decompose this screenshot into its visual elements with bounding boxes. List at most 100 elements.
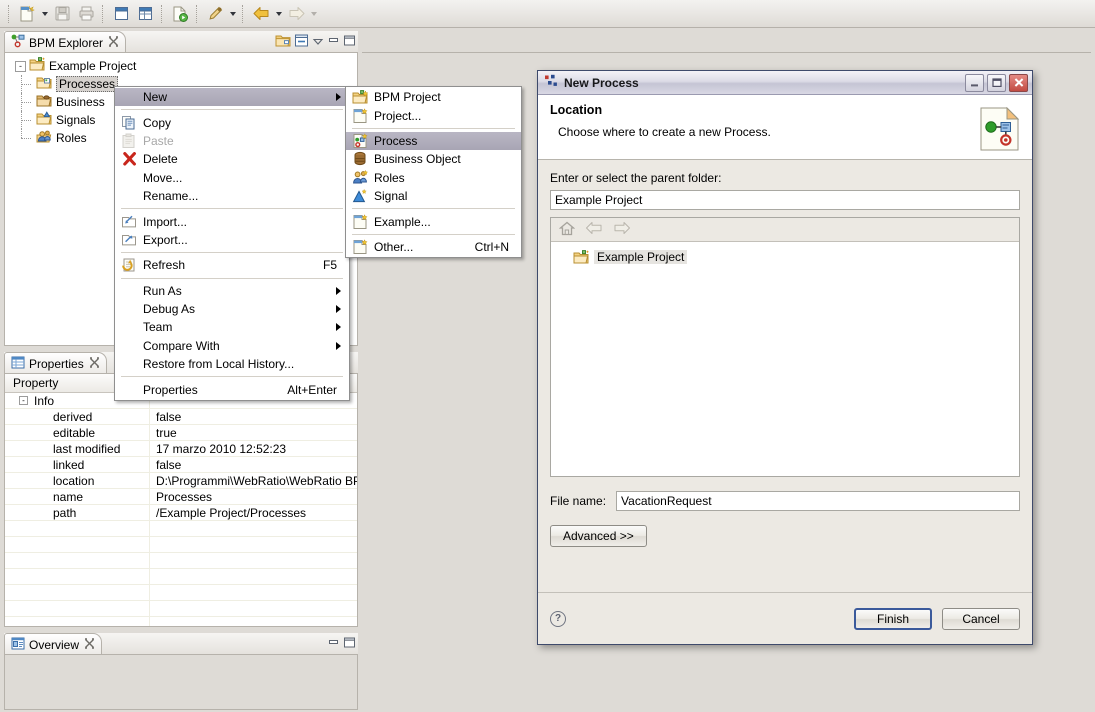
maximize-view-button[interactable]: [109, 2, 133, 26]
maximize-button[interactable]: [987, 73, 1006, 92]
group-expander-icon[interactable]: -: [19, 396, 28, 405]
property-name: editable: [53, 425, 96, 440]
bpm-explorer-tabbar: BPM Explorer: [4, 31, 358, 53]
menu-item-label: Compare With: [143, 338, 220, 353]
submenu-arrow-icon: [336, 286, 341, 295]
menu-item-roles[interactable]: Roles: [346, 169, 521, 187]
property-value: D:\Programmi\WebRatio\WebRatio BP...: [156, 473, 357, 488]
back-button[interactable]: [249, 2, 273, 26]
minimize-icon[interactable]: [327, 34, 340, 50]
table-row[interactable]: last modified 17 marzo 2010 12:52:23: [5, 441, 357, 457]
advanced-button[interactable]: Advanced >>: [550, 525, 647, 547]
menu-item-label: Delete: [143, 152, 178, 167]
back-dropdown-arrow[interactable]: [273, 3, 284, 25]
properties-rows: derived false editable true last modified 17 …: [5, 409, 357, 626]
property-name: last modified: [53, 441, 121, 456]
menu-item-accelerator: Ctrl+N: [474, 239, 509, 254]
menu-item-restore-from-local-history[interactable]: Restore from Local History...: [115, 355, 349, 373]
menu-item-copy[interactable]: Copy: [115, 113, 349, 131]
table-row[interactable]: editable true: [5, 425, 357, 441]
submenu-arrow-icon: [336, 93, 341, 102]
export-icon: [115, 232, 143, 247]
property-value: 17 marzo 2010 12:52:23: [156, 441, 287, 456]
table-row[interactable]: linked false: [5, 457, 357, 473]
minimize-button[interactable]: [965, 73, 984, 92]
close-icon[interactable]: [89, 356, 100, 371]
close-icon[interactable]: [108, 35, 119, 50]
menu-item-new[interactable]: New: [115, 88, 349, 107]
help-question-icon[interactable]: ?: [550, 610, 566, 627]
menu-item-refresh[interactable]: Refresh F5: [115, 256, 349, 274]
menu-item-move[interactable]: Move...: [115, 169, 349, 187]
folder-tree-toolbar: [551, 218, 1019, 242]
chevron-down-icon[interactable]: [312, 35, 324, 50]
annotate-dropdown-arrow[interactable]: [227, 3, 238, 25]
table-row-empty: [5, 553, 357, 569]
folder-tree-item-example-project[interactable]: Example Project: [573, 248, 1019, 266]
folder-tree[interactable]: Example Project: [550, 217, 1020, 477]
business-object-folder-icon: [36, 93, 53, 111]
menu-item-rename[interactable]: Rename...: [115, 187, 349, 205]
menu-item-properties[interactable]: Properties Alt+Enter: [115, 380, 349, 398]
finish-button[interactable]: Finish: [854, 607, 932, 630]
table-row[interactable]: location D:\Programmi\WebRatio\WebRatio B…: [5, 473, 357, 489]
tree-node-label: Business: [56, 95, 105, 109]
forward-arrow-icon[interactable]: [613, 221, 631, 238]
new-wizard-button[interactable]: [15, 2, 39, 26]
menu-separator: [121, 109, 343, 111]
property-name: linked: [53, 457, 85, 472]
restore-view-button[interactable]: [133, 2, 157, 26]
menu-item-debug-as[interactable]: Debug As: [115, 300, 349, 318]
annotate-button[interactable]: [203, 2, 227, 26]
folder-link-icon[interactable]: [275, 33, 291, 51]
menu-item-process[interactable]: Process: [346, 131, 521, 151]
maximize-icon[interactable]: [343, 636, 356, 652]
maximize-icon[interactable]: [343, 34, 356, 50]
table-row[interactable]: name Processes: [5, 489, 357, 505]
menu-item-example[interactable]: Example...: [346, 212, 521, 230]
dialog-titlebar[interactable]: New Process: [538, 71, 1032, 95]
home-icon[interactable]: [558, 221, 576, 239]
table-row-empty: [5, 521, 357, 537]
tab-overview[interactable]: Overview: [4, 633, 103, 655]
table-row-empty: [5, 617, 357, 626]
cancel-button[interactable]: Cancel: [942, 607, 1020, 630]
table-row[interactable]: derived false: [5, 409, 357, 425]
signal-icon: [346, 188, 374, 204]
menu-item-run-as[interactable]: Run As: [115, 282, 349, 300]
close-button[interactable]: [1009, 73, 1028, 92]
new-process-wizard-icon: [980, 106, 1020, 154]
context-menu: New Copy Paste Delete Move... Rename... Import…: [114, 86, 350, 401]
parent-folder-input[interactable]: Example Project: [550, 190, 1020, 210]
table-row[interactable]: path/Example Project/Processes: [5, 505, 357, 521]
property-name: path: [53, 505, 77, 520]
new-dropdown-arrow[interactable]: [39, 3, 50, 25]
menu-item-project[interactable]: Project...: [346, 106, 521, 124]
menu-item-label: Copy: [143, 115, 172, 130]
tab-properties[interactable]: Properties: [4, 352, 107, 374]
back-arrow-icon[interactable]: [585, 221, 603, 238]
collapse-all-icon[interactable]: [294, 33, 309, 51]
run-button[interactable]: [168, 2, 192, 26]
menu-item-bpm-project[interactable]: BPM Project: [346, 88, 521, 106]
minimize-icon[interactable]: [327, 636, 340, 652]
property-value: false: [156, 409, 182, 424]
tree-node-example-project[interactable]: - Example Project: [5, 57, 357, 75]
menu-item-other[interactable]: Other... Ctrl+N: [346, 238, 521, 256]
roles-folder-icon: [36, 129, 53, 147]
menu-item-delete[interactable]: Delete: [115, 150, 349, 168]
close-icon[interactable]: [84, 637, 95, 652]
menu-item-label: Debug As: [143, 302, 196, 317]
project-folder-icon: [573, 249, 590, 265]
menu-item-import[interactable]: Import...: [115, 212, 349, 230]
menu-item-team[interactable]: Team: [115, 318, 349, 336]
menu-item-signal[interactable]: Signal: [346, 187, 521, 205]
other-icon: [346, 239, 374, 255]
menu-item-business-object[interactable]: Business Object: [346, 150, 521, 168]
tab-bpm-explorer[interactable]: BPM Explorer: [4, 31, 127, 53]
menu-item-export[interactable]: Export...: [115, 231, 349, 249]
menu-item-compare-with[interactable]: Compare With: [115, 337, 349, 355]
file-name-input[interactable]: VacationRequest: [616, 491, 1020, 511]
overview-view: Overview: [4, 633, 358, 710]
expander-icon[interactable]: -: [15, 60, 26, 72]
